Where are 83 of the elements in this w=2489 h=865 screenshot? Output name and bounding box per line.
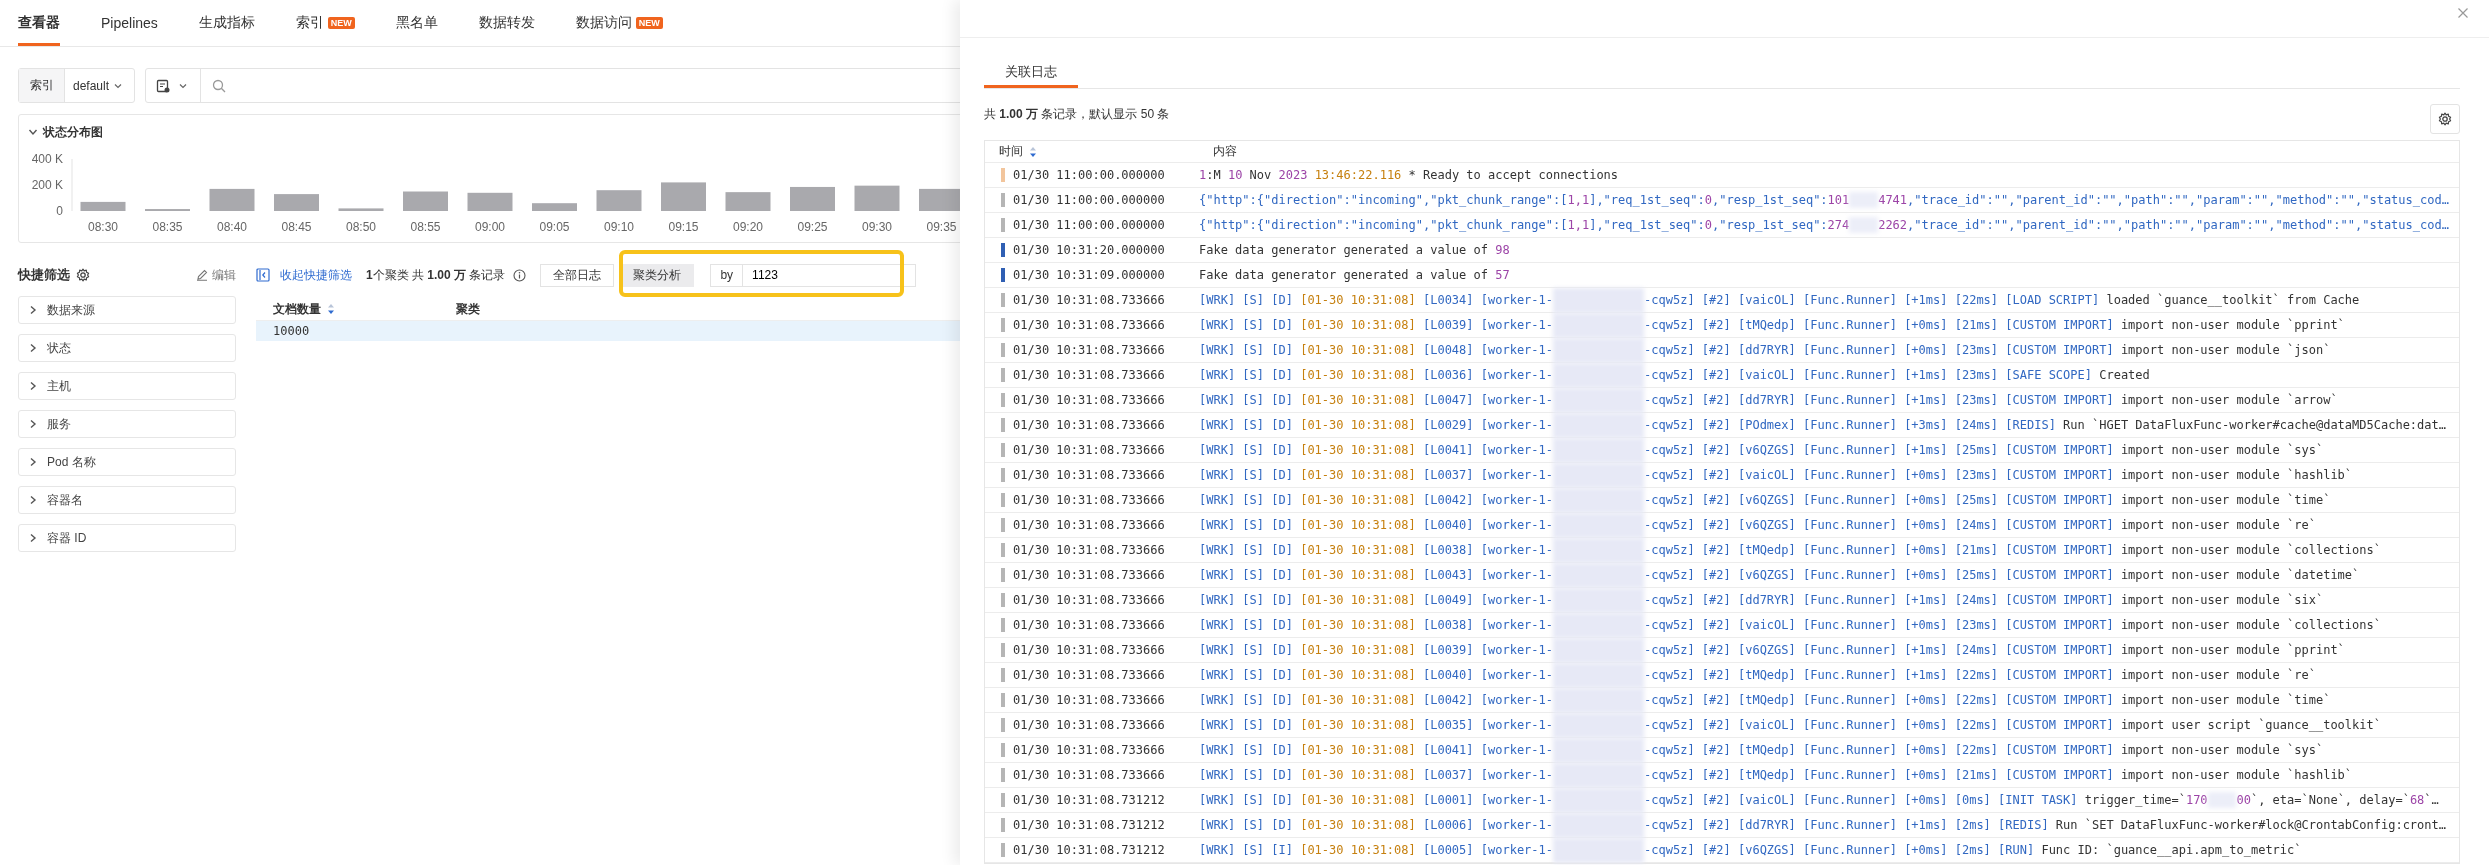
field-label: 索引 (19, 69, 65, 102)
log-message: [WRK] [S] [I] [01-30 10:31:08] [L0005] [worker-1- -cqw5z] [#2] [v6QZGS] [Func.Runner] [+0ms] [2ms] [RUN] Func ID: `guance__api.apm_to_metric` (1199, 837, 2302, 863)
log-time: 01/30 10:31:08.733666 (1013, 418, 1165, 432)
log-time: 01/30 10:31:08.733666 (1013, 368, 1165, 382)
log-time: 01/30 10:31:08.733666 (1013, 643, 1165, 657)
log-message: [WRK] [S] [D] [01-30 10:31:08] [L0041] [worker-1- -cqw5z] [#2] [v6QZGS] [Func.Runner] [+1ms] [25ms] [CUSTOM IMPORT] import non-user module `sys` (1199, 437, 2324, 463)
log-message: [WRK] [S] [D] [01-30 10:31:08] [L0042] [worker-1- -cqw5z] [#2] [v6QZGS] [Func.Runner] [+0ms] [25ms] [CUSTOM IMPORT] import non-user module `time` (1199, 487, 2331, 513)
log-message: [WRK] [S] [D] [01-30 10:31:08] [L0040] [worker-1- -cqw5z] [#2] [tMQedp] [Func.Runner] [+1ms] [22ms] [CUSTOM IMPORT] import non-user module `re` (1199, 662, 2316, 688)
log-message: [WRK] [S] [D] [01-30 10:31:08] [L0048] [worker-1- -cqw5z] [#2] [dd7RYR] [Func.Runner] [+0ms] [23ms] [CUSTOM IMPORT] import non-user module `json` (1199, 337, 2331, 363)
axis-label: 09:00 (475, 220, 505, 234)
log-time: 01/30 11:00:00.000000 (1013, 193, 1165, 207)
new-badge: NEW (635, 17, 663, 29)
log-time: 01/30 10:31:08.733666 (1013, 393, 1165, 407)
axis-label: 09:10 (604, 220, 634, 234)
log-time: 01/30 10:31:08.733666 (1013, 743, 1165, 757)
axis-label: 08:55 (410, 220, 441, 234)
panel-title: 快捷筛选 (18, 266, 70, 284)
log-message: [WRK] [S] [D] [01-30 10:31:08] [L0038] [worker-1- -cqw5z] [#2] [vaicOL] [Func.Runner] [+0ms] [23ms] [CUSTOM IMPORT] import non-user module `collections` (1199, 612, 2381, 638)
axis-label: 0 (56, 204, 63, 218)
axis-label: 08:35 (152, 220, 183, 234)
axis-label: 400 K (31, 152, 63, 166)
log-time: 01/30 10:31:08.733666 (1013, 543, 1165, 557)
log-time: 01/30 10:31:20.000000 (1013, 243, 1165, 257)
log-time: 01/30 10:31:08.733666 (1013, 568, 1165, 582)
axis-label: 08:40 (217, 220, 247, 234)
axis-label: 09:25 (797, 220, 828, 234)
log-message: [WRK] [S] [D] [01-30 10:31:08] [L0043] [worker-1- -cqw5z] [#2] [v6QZGS] [Func.Runner] [+0ms] [25ms] [CUSTOM IMPORT] import non-user module `datetime` (1199, 562, 2360, 588)
log-message: 1:M 10 Nov 2023 13:46:22.116 * Ready to accept connections (1199, 168, 1619, 182)
axis-label: 09:20 (733, 220, 763, 234)
log-message: [WRK] [S] [D] [01-30 10:31:08] [L0049] [worker-1- -cqw5z] [#2] [dd7RYR] [Func.Runner] [+1ms] [24ms] [CUSTOM IMPORT] import non-user module `six` (1199, 587, 2324, 613)
log-time: 01/30 10:31:08.733666 (1013, 468, 1165, 482)
new-badge: NEW (327, 17, 355, 29)
log-message: [WRK] [S] [D] [01-30 10:31:08] [L0042] [worker-1- -cqw5z] [#2] [tMQedp] [Func.Runner] [+0ms] [22ms] [CUSTOM IMPORT] import non-user module `time` (1199, 687, 2331, 713)
log-time: 01/30 10:31:08.733666 (1013, 593, 1165, 607)
log-time: 01/30 10:31:08.733666 (1013, 293, 1165, 307)
chart-title: 状态分布图 (43, 123, 103, 141)
log-message: [WRK] [S] [D] [01-30 10:31:08] [L0037] [worker-1- -cqw5z] [#2] [tMQedp] [Func.Runner] [+0ms] [21ms] [CUSTOM IMPORT] import non-user module `hashlib` (1199, 762, 2353, 788)
log-time: 01/30 10:31:08.731212 (1013, 818, 1165, 832)
log-time: 01/30 10:31:08.731212 (1013, 843, 1165, 857)
log-message: [WRK] [S] [D] [01-30 10:31:08] [L0035] [worker-1- -cqw5z] [#2] [vaicOL] [Func.Runner] [+0ms] [22ms] [CUSTOM IMPORT] import user script `guance__toolkit` (1199, 712, 2381, 738)
log-message: {"http":{"direction":"incoming","pkt_chunk_range":[1,1],"req_1st_seq":0,"resp_1st_seq":274 2262,"trace_id":"","parent_id":"","path":"","param":"","method":"","status_cod… (1199, 217, 2449, 233)
axis-label: 09:15 (668, 220, 699, 234)
log-message: [WRK] [S] [D] [01-30 10:31:08] [L0037] [worker-1- -cqw5z] [#2] [vaicOL] [Func.Runner] [+0ms] [23ms] [CUSTOM IMPORT] import non-user module `hashlib` (1199, 462, 2353, 488)
table-cell: 10000 (273, 324, 310, 338)
log-message: [WRK] [S] [D] [01-30 10:31:08] [L0038] [worker-1- -cqw5z] [#2] [tMQedp] [Func.Runner] [+0ms] [21ms] [CUSTOM IMPORT] import non-user module `collections` (1199, 537, 2381, 563)
log-message: [WRK] [S] [D] [01-30 10:31:08] [L0047] [worker-1- -cqw5z] [#2] [dd7RYR] [Func.Runner] [+1ms] [23ms] [CUSTOM IMPORT] import non-user module `arrow` (1199, 387, 2338, 413)
log-message: [WRK] [S] [D] [01-30 10:31:08] [L0001] [worker-1- -cqw5z] [#2] [vaicOL] [Func.Runner] [+0ms] [0ms] [INIT TASK] trigger_time=`170 00`, eta=`None`, delay=`68`… (1199, 787, 2439, 813)
log-time: 01/30 10:31:08.733666 (1013, 618, 1165, 632)
log-time: 01/30 11:00:00.000000 (1013, 218, 1165, 232)
axis-label: 200 K (31, 178, 63, 192)
axis-label: 09:35 (926, 220, 957, 234)
log-message: [WRK] [S] [D] [01-30 10:31:08] [L0036] [worker-1- -cqw5z] [#2] [vaicOL] [Func.Runner] [+1ms] [23ms] [SAFE SCOPE] Created (1199, 362, 2150, 388)
log-time: 01/30 10:31:08.733666 (1013, 768, 1165, 782)
log-time: 01/30 10:31:08.731212 (1013, 793, 1165, 807)
axis-label: 08:50 (346, 220, 376, 234)
log-message: Fake data generator generated a value of 57 (1199, 268, 1510, 282)
log-time: 01/30 11:00:00.000000 (1013, 168, 1165, 182)
log-time: 01/30 10:31:08.733666 (1013, 443, 1165, 457)
log-message: [WRK] [S] [D] [01-30 10:31:08] [L0006] [worker-1- -cqw5z] [#2] [dd7RYR] [Func.Runner] [+1ms] [2ms] [REDIS] Run `SET DataFluxFunc-worker#lock@CrontabConfig:cront… (1199, 812, 2446, 838)
record-summary: 共 1.00 万 条记录，默认显示 50 条 (984, 105, 1170, 123)
axis-label: 08:30 (88, 220, 118, 234)
log-time: 01/30 10:31:08.733666 (1013, 518, 1165, 532)
log-message: [WRK] [S] [D] [01-30 10:31:08] [L0040] [worker-1- -cqw5z] [#2] [v6QZGS] [Func.Runner] [+0ms] [24ms] [CUSTOM IMPORT] import non-user module `re` (1199, 512, 2316, 538)
log-time: 01/30 10:31:08.733666 (1013, 668, 1165, 682)
log-time: 01/30 10:31:08.733666 (1013, 318, 1165, 332)
axis-label: 09:30 (862, 220, 892, 234)
log-message: [WRK] [S] [D] [01-30 10:31:08] [L0039] [worker-1- -cqw5z] [#2] [v6QZGS] [Func.Runner] [+1ms] [24ms] [CUSTOM IMPORT] import non-user module `pprint` (1199, 637, 2345, 663)
log-time: 01/30 10:31:08.733666 (1013, 493, 1165, 507)
log-message: [WRK] [S] [D] [01-30 10:31:08] [L0029] [worker-1- -cqw5z] [#2] [POdmex] [Func.Runner] [+3ms] [24ms] [REDIS] Run `HGET DataFluxFunc-worker#cache@dataMD5Cache:dat… (1199, 412, 2446, 438)
log-time: 01/30 10:31:08.733666 (1013, 343, 1165, 357)
axis-label: 09:05 (539, 220, 570, 234)
log-time: 01/30 10:31:09.000000 (1013, 268, 1165, 282)
log-message: Fake data generator generated a value of 98 (1199, 243, 1510, 257)
log-message: [WRK] [S] [D] [01-30 10:31:08] [L0041] [worker-1- -cqw5z] [#2] [tMQedp] [Func.Runner] [+0ms] [22ms] [CUSTOM IMPORT] import non-user module `sys` (1199, 737, 2324, 763)
cluster-summary: 1个聚类 共 1.00 万 条记录 (366, 266, 506, 284)
log-time: 01/30 10:31:08.733666 (1013, 718, 1165, 732)
axis-label: 08:45 (281, 220, 312, 234)
log-message: [WRK] [S] [D] [01-30 10:31:08] [L0039] [worker-1- -cqw5z] [#2] [tMQedp] [Func.Runner] [+0ms] [21ms] [CUSTOM IMPORT] import non-user module `pprint` (1199, 312, 2345, 338)
column-header: 聚类 (456, 300, 481, 318)
log-message: {"http":{"direction":"incoming","pkt_chunk_range":[1,1],"req_1st_seq":0,"resp_1st_seq":101 4741,"trace_id":"","parent_id":"","path":"","param":"","method":"","status_cod… (1199, 192, 2449, 208)
log-time: 01/30 10:31:08.733666 (1013, 693, 1165, 707)
log-message: [WRK] [S] [D] [01-30 10:31:08] [L0034] [worker-1- -cqw5z] [#2] [vaicOL] [Func.Runner] [+1ms] [22ms] [LOAD SCRIPT] loaded `guance__toolkit` from Cache (1199, 287, 2360, 313)
column-header: 内容 (1212, 143, 1237, 160)
